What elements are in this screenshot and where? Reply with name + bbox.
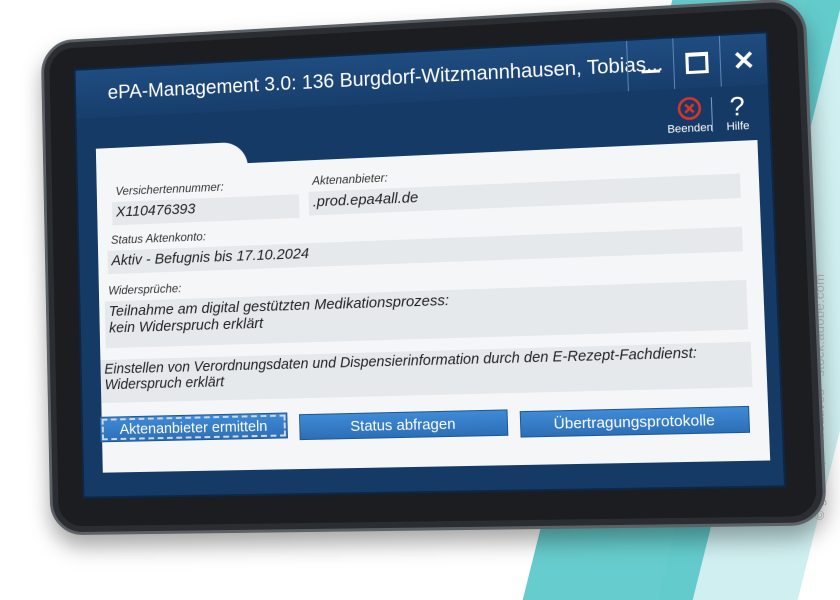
- exit-icon: [675, 95, 703, 123]
- tablet-device: ePA-Management 3.0: 136 Burgdorf-Witzman…: [40, 0, 828, 536]
- widerspruch-erezept: Einstellen von Verordnungsdaten und Disp…: [100, 341, 753, 404]
- status-abfragen-button[interactable]: Status abfragen: [299, 409, 509, 441]
- status-label: Status Aktenkonto:: [110, 229, 207, 247]
- widersprueche-label: Widersprüche:: [108, 281, 182, 298]
- close-window-button[interactable]: [718, 33, 768, 87]
- app-window: ePA-Management 3.0: 136 Burgdorf-Witzman…: [73, 31, 787, 499]
- aktenanbieter-label: Aktenanbieter:: [311, 170, 389, 188]
- maximize-button[interactable]: [672, 35, 721, 89]
- versichertennummer-label: Versichertennummer:: [115, 179, 224, 199]
- uebertragungsprotokolle-button[interactable]: Übertragungsprotokolle: [519, 405, 751, 438]
- minimize-button[interactable]: [626, 38, 675, 92]
- close-icon: [733, 49, 755, 70]
- hilfe-button[interactable]: ? Hilfe: [710, 90, 766, 134]
- content-panel: Versichertennummer: X110476393 Aktenanbi…: [96, 139, 771, 473]
- versichertennummer-field: X110476393: [112, 194, 300, 226]
- beenden-label: Beenden: [667, 121, 714, 136]
- hilfe-label: Hilfe: [726, 119, 750, 134]
- minimize-icon: [641, 68, 661, 73]
- window-controls: [626, 33, 768, 92]
- aktenanbieter-ermitteln-button[interactable]: Aktenanbieter ermitteln: [99, 412, 288, 443]
- maximize-icon: [685, 51, 709, 74]
- help-icon: ?: [729, 90, 746, 122]
- widerspruch-medikation: Teilnahme am digital gestützten Medikati…: [104, 279, 749, 349]
